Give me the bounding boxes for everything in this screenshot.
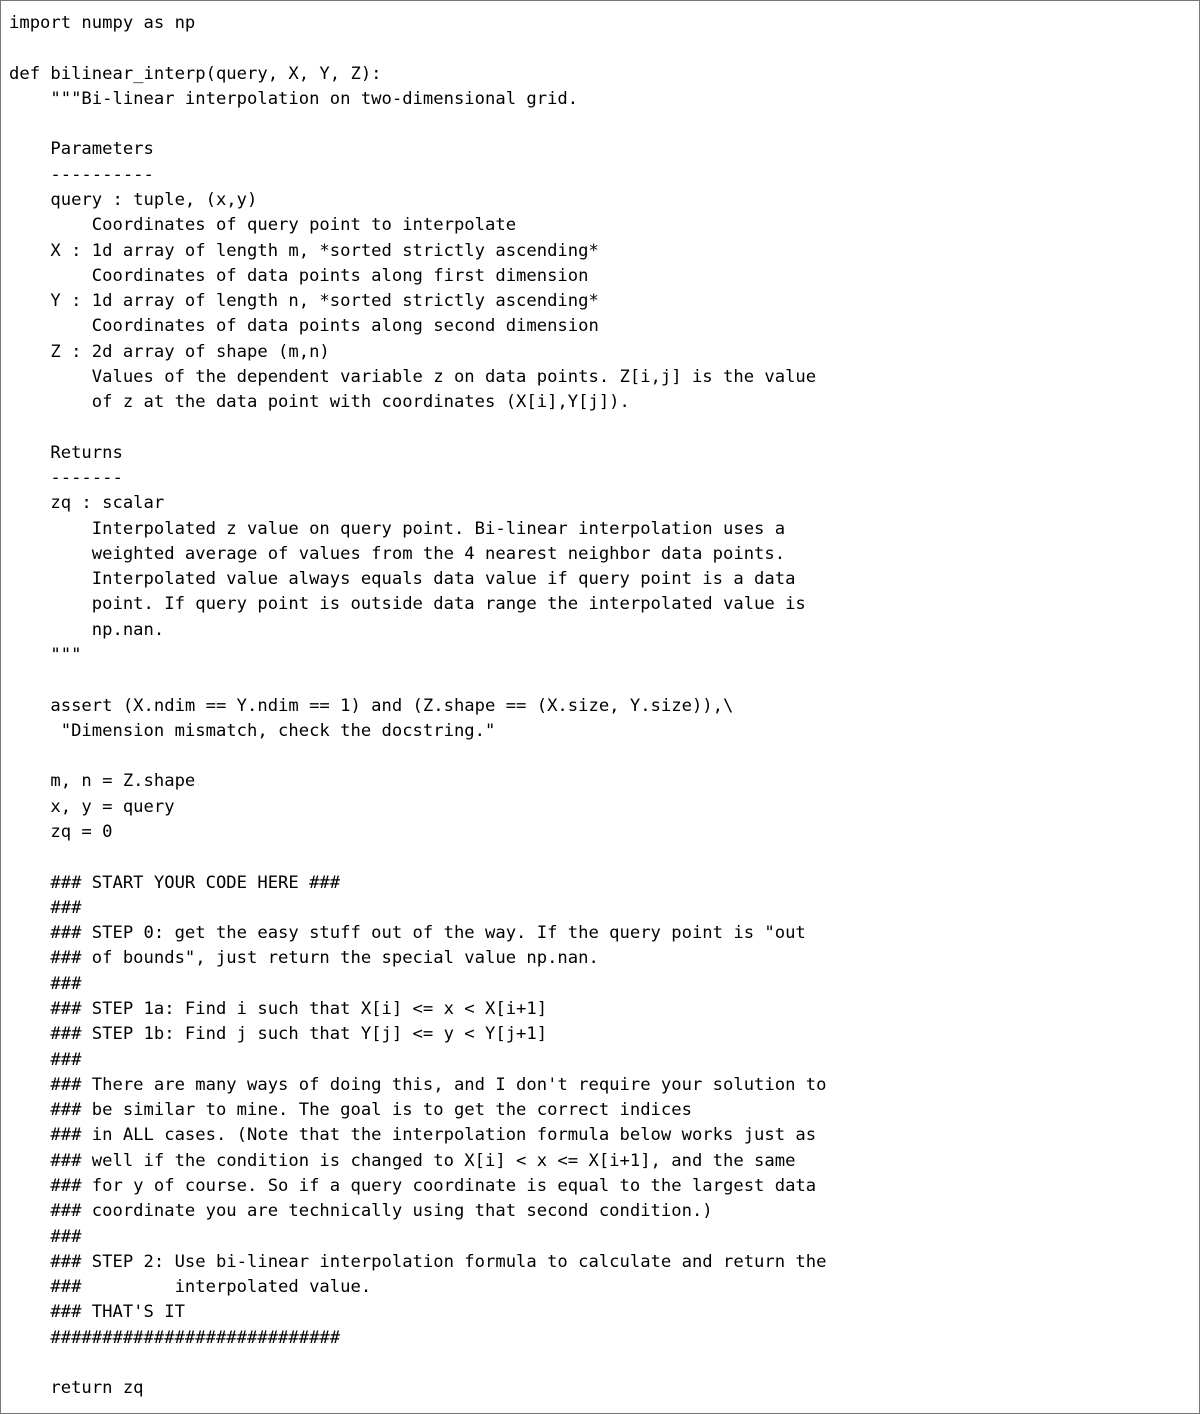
- code-content: import numpy as np def bilinear_interp(q…: [9, 11, 1191, 1401]
- page-frame: import numpy as np def bilinear_interp(q…: [0, 0, 1200, 1414]
- code-cell: import numpy as np def bilinear_interp(q…: [0, 0, 1200, 1414]
